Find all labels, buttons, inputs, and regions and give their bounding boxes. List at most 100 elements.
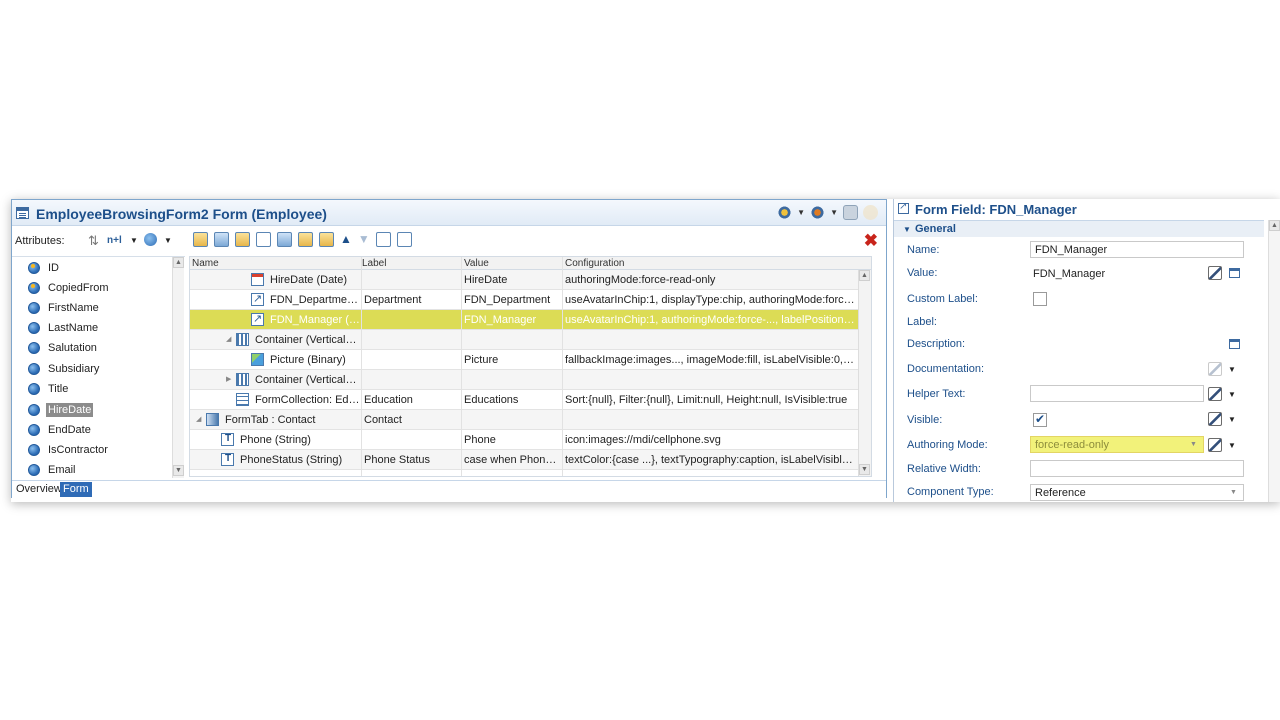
component-type-select[interactable]: Reference ▼	[1030, 484, 1244, 501]
scroll-up-icon[interactable]: ▲	[859, 270, 870, 281]
collapse-arrow-icon[interactable]: ◢	[196, 415, 201, 423]
chevron-down-icon[interactable]: ▼	[130, 236, 138, 245]
attribute-icon	[28, 262, 40, 274]
list-item[interactable]: Salutation	[28, 339, 99, 357]
list-item[interactable]: Title	[28, 380, 70, 398]
collapse-all-icon[interactable]	[396, 232, 412, 247]
column-header-configuration[interactable]: Configuration	[565, 258, 624, 269]
expand-all-icon[interactable]	[375, 232, 391, 247]
column-header-value[interactable]: Value	[464, 258, 489, 269]
image-tool-icon[interactable]	[256, 232, 271, 247]
table-row[interactable]: ▶ Container (Vertical): ...	[190, 370, 871, 390]
table-row[interactable]: ◢ FormTab : Contact Contact	[190, 410, 871, 430]
table-row-selected[interactable]: FDN_Manager (St... FDN_Manager useAvatar…	[190, 310, 871, 330]
properties-scrollbar[interactable]: ▲	[1268, 220, 1280, 502]
list-item[interactable]: IsContractor	[28, 441, 110, 459]
label-label: Label:	[907, 316, 937, 328]
chevron-down-icon: ▼	[1190, 441, 1197, 448]
list-item[interactable]: Email	[28, 461, 78, 479]
chevron-down-icon[interactable]: ▼	[1228, 390, 1236, 399]
chevron-down-icon: ▼	[903, 225, 911, 234]
scroll-up-icon[interactable]: ▲	[1269, 220, 1280, 231]
cell-value: case when Phone ...	[464, 454, 562, 466]
chart-tool-icon[interactable]	[298, 232, 313, 247]
grid-scrollbar[interactable]: ▲ ▼	[858, 270, 871, 476]
scroll-down-icon[interactable]: ▼	[173, 465, 184, 476]
table-row[interactable]: PhoneStatus (String) Phone Status case w…	[190, 450, 871, 470]
table-row[interactable]: Picture (Binary) Picture fallbackImage:i…	[190, 350, 871, 370]
cell-value: Phone	[464, 434, 496, 446]
link-icon[interactable]	[863, 205, 878, 220]
collapse-arrow-icon[interactable]: ◢	[226, 335, 231, 343]
list-item[interactable]: Subsidiary	[28, 360, 101, 378]
attributes-toolbar: Attributes: ⇅ n+l ▼ ▼ ▲ ▼ ✖	[12, 228, 886, 252]
tab-form[interactable]: Form	[60, 482, 92, 497]
form-field-icon	[898, 201, 909, 214]
attribute-list: ID CopiedFrom FirstName LastName Salutat…	[12, 256, 185, 479]
layout-tool-icon[interactable]	[193, 232, 208, 247]
edit-icon[interactable]	[1208, 438, 1222, 452]
save-icon[interactable]	[843, 205, 858, 220]
edit-icon[interactable]	[1208, 266, 1222, 280]
list-item[interactable]: ID	[28, 259, 61, 277]
chevron-down-icon[interactable]: ▼	[1228, 441, 1236, 450]
tab-overview[interactable]: Overview	[13, 482, 65, 497]
settings-icon[interactable]	[777, 205, 793, 220]
authoring-mode-select[interactable]: force-read-only ▼	[1030, 436, 1204, 453]
window-icon[interactable]	[1229, 339, 1240, 349]
attribute-name: ID	[48, 262, 59, 274]
chevron-down-icon[interactable]: ▼	[164, 236, 172, 245]
form-layout-grid: Name Label Value Configuration HireDate …	[189, 256, 872, 477]
edit-icon[interactable]	[1208, 412, 1222, 426]
table-row[interactable]: HireDate (Date) HireDate authoringMode:f…	[190, 270, 871, 290]
list-item[interactable]: FirstName	[28, 299, 101, 317]
cell-configuration: authoringMode:force-read-only	[565, 274, 716, 286]
table-row[interactable]: Phone (String) Phone icon:images://mdi/c…	[190, 430, 871, 450]
column-header-name[interactable]: Name	[192, 258, 219, 269]
table-row[interactable]: FDN_Department ... Department FDN_Depart…	[190, 290, 871, 310]
configure-icon[interactable]	[810, 205, 826, 220]
visible-checkbox[interactable]	[1033, 412, 1047, 427]
cell-label: Education	[364, 394, 413, 406]
list-item[interactable]: CopiedFrom	[28, 279, 111, 297]
chevron-down-icon[interactable]: ▼	[1228, 365, 1236, 374]
relative-width-field[interactable]	[1030, 460, 1244, 477]
table-row[interactable]: FormCollection: Educ... Education Educat…	[190, 390, 871, 410]
scroll-up-icon[interactable]: ▲	[173, 257, 184, 268]
authoring-mode-value: force-read-only	[1035, 439, 1109, 451]
component-type-value: Reference	[1035, 487, 1086, 499]
edit-icon[interactable]	[1208, 387, 1222, 401]
name-field[interactable]: FDN_Manager	[1030, 241, 1244, 258]
helper-text-field[interactable]	[1030, 385, 1204, 402]
cell-name: FormCollection: Educ...	[255, 394, 360, 406]
reference-icon	[251, 312, 264, 326]
attribute-name: EndDate	[48, 424, 91, 436]
expand-arrow-icon[interactable]: ▶	[226, 375, 231, 383]
general-section-header[interactable]: ▼ General	[894, 220, 1264, 237]
globe-icon[interactable]	[144, 233, 157, 246]
layout-tool-icon[interactable]	[214, 232, 229, 247]
grid-tool-icon[interactable]	[277, 232, 292, 247]
column-header-label[interactable]: Label	[362, 258, 386, 269]
cell-name: Phone (String)	[240, 434, 311, 446]
name-label-toggle[interactable]: n+l	[107, 235, 122, 246]
move-up-icon[interactable]: ▲	[340, 232, 352, 247]
custom-label-checkbox[interactable]	[1033, 292, 1047, 306]
chevron-down-icon[interactable]: ▼	[797, 208, 805, 217]
cell-name: Container (Vertical): ...	[255, 334, 360, 346]
attribute-list-scrollbar[interactable]: ▲ ▼	[172, 257, 184, 478]
move-down-icon[interactable]: ▼	[358, 232, 370, 247]
list-item[interactable]: LastName	[28, 319, 100, 337]
list-item[interactable]: EndDate	[28, 421, 93, 439]
close-icon[interactable]: ✖	[864, 231, 878, 251]
chevron-down-icon[interactable]: ▼	[830, 208, 838, 217]
relative-width-label: Relative Width:	[907, 463, 981, 475]
scroll-down-icon[interactable]: ▼	[859, 464, 870, 475]
table-row[interactable]: ◢ Container (Vertical): ...	[190, 330, 871, 350]
collection-tool-icon[interactable]	[319, 232, 334, 247]
chevron-down-icon[interactable]: ▼	[1228, 415, 1236, 424]
list-item-selected[interactable]: HireDate	[28, 401, 94, 419]
layout-tool-icon[interactable]	[235, 232, 250, 247]
sort-icon[interactable]: ⇅	[88, 233, 99, 249]
window-icon[interactable]	[1229, 268, 1240, 278]
